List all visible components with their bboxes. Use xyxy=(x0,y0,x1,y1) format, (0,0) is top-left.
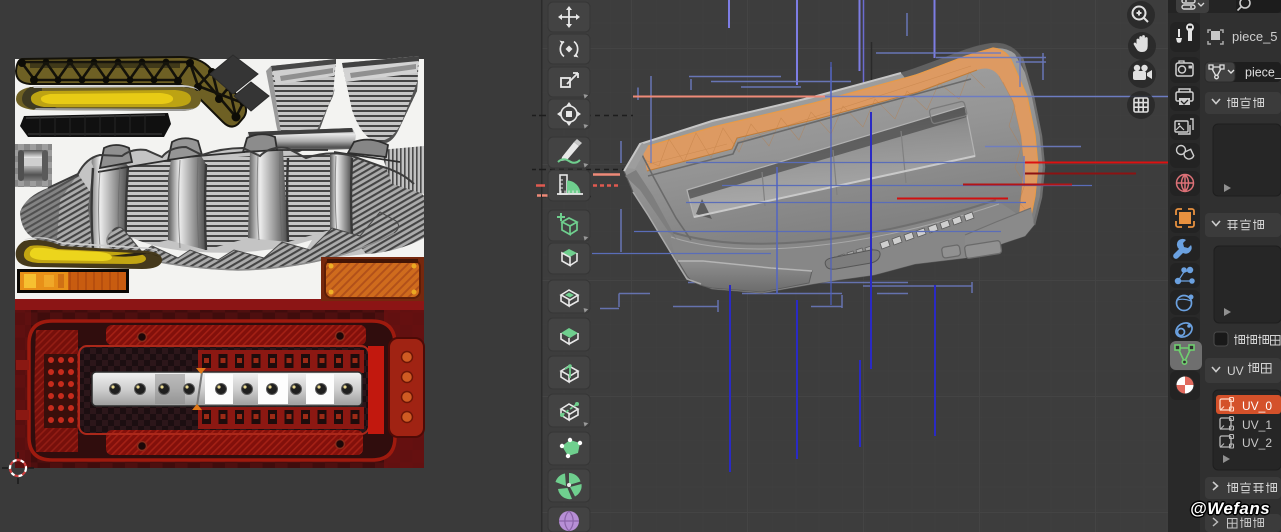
svg-text:UV_1: UV_1 xyxy=(1242,418,1272,432)
svg-text:UV_2: UV_2 xyxy=(1242,436,1272,450)
svg-text:UV: UV xyxy=(1227,364,1244,378)
svg-text:UV_0: UV_0 xyxy=(1242,399,1272,413)
svg-text:piece_5: piece_5 xyxy=(1232,29,1278,44)
svg-text:piece_5: piece_5 xyxy=(1245,66,1281,80)
